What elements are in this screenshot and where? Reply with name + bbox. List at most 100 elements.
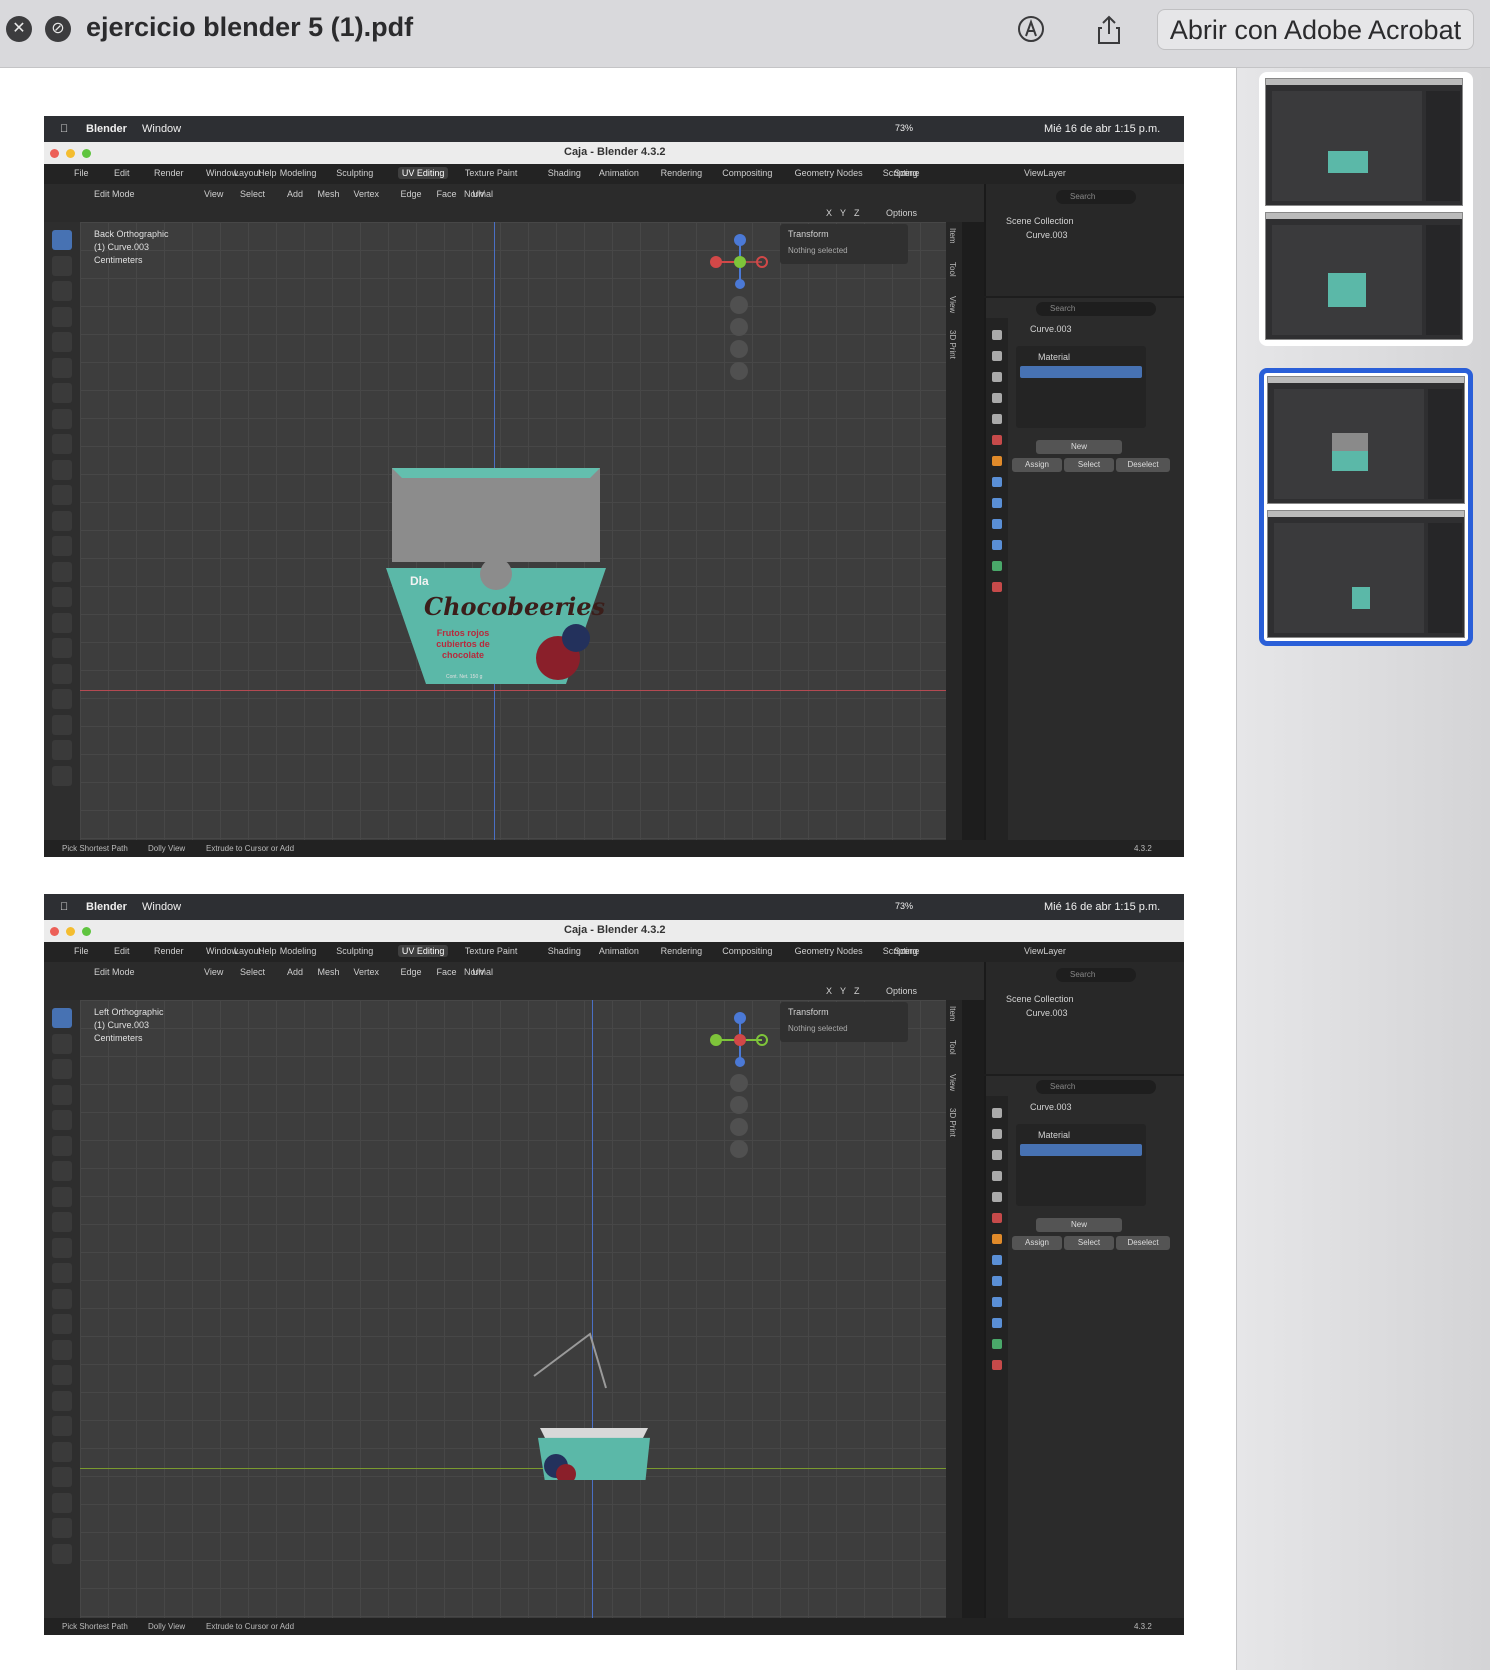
menu-edit[interactable]: Edit [114, 168, 130, 178]
header-menu-item[interactable]: Edge [401, 967, 422, 977]
tool-button[interactable] [52, 663, 72, 684]
camera-view-icon[interactable] [730, 1118, 748, 1136]
properties-tab-icon[interactable] [992, 1255, 1002, 1265]
tool-button[interactable] [52, 1084, 72, 1105]
header-menu-item[interactable]: Edge [401, 189, 422, 199]
axis-toggle-z[interactable]: Z [854, 208, 860, 218]
workspace-tab[interactable]: Shading [548, 946, 581, 956]
tool-button[interactable] [52, 612, 72, 633]
header-menu-item[interactable]: Add [287, 967, 303, 977]
select-button[interactable]: Select [1064, 1236, 1114, 1250]
workspace-tab[interactable]: Layout [234, 946, 261, 956]
tool-button[interactable] [52, 1059, 72, 1079]
transform-header[interactable]: Transform [788, 229, 829, 239]
viewlayer-selector[interactable]: ViewLayer [1024, 168, 1066, 178]
tool-button[interactable] [52, 1110, 72, 1130]
outliner-object[interactable]: Curve.003 [1026, 1008, 1068, 1018]
outliner-object[interactable]: Curve.003 [1026, 230, 1068, 240]
axis-toggle-y[interactable]: Y [840, 986, 846, 996]
tool-button[interactable] [52, 485, 72, 505]
navigation-gizmo[interactable] [700, 1010, 780, 1070]
select-button[interactable]: Select [1064, 458, 1114, 472]
menu-file[interactable]: File [74, 168, 89, 178]
axis-toggle-x[interactable]: X [826, 986, 832, 996]
sidebar-tab[interactable]: Item [948, 228, 957, 244]
tool-button[interactable] [52, 1237, 72, 1258]
zoom-icon[interactable] [730, 296, 748, 314]
tool-button[interactable] [52, 383, 72, 403]
tool-button[interactable] [52, 1416, 72, 1436]
workspace-tab[interactable]: Sculpting [336, 168, 373, 178]
menu-file[interactable]: File [74, 946, 89, 956]
material-slot-label[interactable]: Material [1038, 1130, 1070, 1140]
sidebar-tab[interactable]: 3D Print [948, 1108, 957, 1137]
close-window-icon[interactable] [50, 927, 59, 936]
sidebar-tab[interactable]: Item [948, 1006, 957, 1022]
properties-tab-icon[interactable] [992, 519, 1002, 529]
properties-tab-icon[interactable] [992, 540, 1002, 550]
properties-tab-icon[interactable] [992, 1108, 1002, 1118]
workspace-tab[interactable]: Compositing [722, 168, 772, 178]
workspace-tab[interactable]: Shading [548, 168, 581, 178]
pan-hand-icon[interactable] [730, 1096, 748, 1114]
properties-tab-icon[interactable] [992, 498, 1002, 508]
tool-button[interactable] [52, 638, 72, 658]
new-material-button[interactable]: New [1036, 440, 1122, 454]
tool-button[interactable] [52, 714, 72, 735]
tool-button[interactable] [52, 1186, 72, 1207]
properties-tab-icon[interactable] [992, 456, 1002, 466]
sidebar-tab[interactable]: Tool [948, 1040, 957, 1055]
workspace-tab[interactable]: Animation [599, 946, 639, 956]
close-window-icon[interactable] [50, 149, 59, 158]
zoom-out-icon[interactable]: ⊘ [45, 16, 71, 42]
header-menu-item[interactable]: Face [437, 967, 457, 977]
box-mesh[interactable] [530, 1330, 670, 1514]
tool-button[interactable] [52, 1390, 72, 1411]
tool-button[interactable] [52, 332, 72, 352]
tool-button[interactable] [52, 459, 72, 480]
tool-button[interactable] [52, 1492, 72, 1513]
tool-button[interactable] [52, 587, 72, 607]
sidebar-tab[interactable]: View [948, 296, 957, 313]
markup-icon[interactable] [1016, 14, 1046, 46]
tool-button[interactable] [52, 357, 72, 378]
minimize-window-icon[interactable] [66, 149, 75, 158]
options-dropdown[interactable]: Options [886, 986, 917, 996]
header-menu-item[interactable]: Vertex [354, 189, 380, 199]
sidebar-tab[interactable]: Tool [948, 262, 957, 277]
minimize-window-icon[interactable] [66, 927, 75, 936]
tool-button[interactable] [52, 1033, 72, 1054]
header-menu-item[interactable]: Select [240, 967, 265, 977]
properties-tab-icon[interactable] [992, 372, 1002, 382]
workspace-tab[interactable]: Compositing [722, 946, 772, 956]
tool-button[interactable] [52, 1467, 72, 1487]
workspace-tab[interactable]: Animation [599, 168, 639, 178]
properties-tab-icon[interactable] [992, 1297, 1002, 1307]
header-menu-item[interactable]: Face [437, 189, 457, 199]
transform-header[interactable]: Transform [788, 1007, 829, 1017]
viewlayer-selector[interactable]: ViewLayer [1024, 946, 1066, 956]
tool-button[interactable] [52, 1441, 72, 1462]
menu-edit[interactable]: Edit [114, 946, 130, 956]
orientation-dropdown[interactable]: Normal [464, 967, 493, 977]
tool-button[interactable] [52, 281, 72, 301]
tool-button[interactable] [52, 1288, 72, 1309]
tool-button[interactable] [52, 1212, 72, 1232]
camera-view-icon[interactable] [730, 340, 748, 358]
properties-tab-icon[interactable] [992, 561, 1002, 571]
workspace-tab[interactable]: Texture Paint [465, 168, 518, 178]
tool-button[interactable] [52, 536, 72, 556]
workspace-tab[interactable]: Rendering [661, 168, 703, 178]
tool-button[interactable] [52, 1263, 72, 1283]
properties-tab-icon[interactable] [992, 1318, 1002, 1328]
sidebar-tab[interactable]: View [948, 1074, 957, 1091]
material-slot-selected[interactable] [1020, 1144, 1142, 1156]
tool-button[interactable] [52, 765, 72, 786]
menu-render[interactable]: Render [154, 946, 184, 956]
tool-button[interactable] [52, 1365, 72, 1385]
tool-button[interactable] [52, 689, 72, 709]
properties-tab-icon[interactable] [992, 1339, 1002, 1349]
properties-tab-icon[interactable] [992, 1213, 1002, 1223]
header-menu-item[interactable]: Mesh [318, 967, 340, 977]
properties-tab-icon[interactable] [992, 330, 1002, 340]
